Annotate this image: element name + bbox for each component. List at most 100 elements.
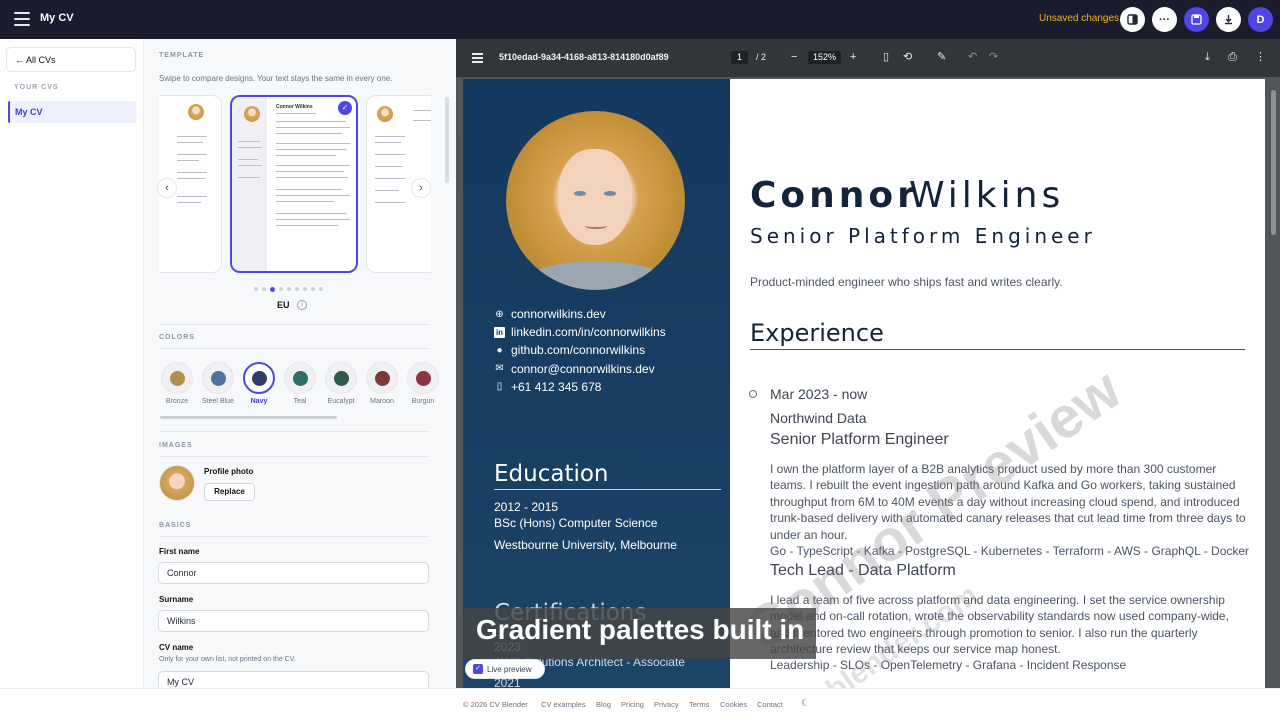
thumbnail-photo bbox=[244, 106, 260, 122]
footer-link-contact[interactable]: Contact bbox=[757, 700, 783, 709]
outline-menu-icon[interactable] bbox=[472, 53, 483, 63]
colors-scrollbar[interactable] bbox=[160, 416, 337, 419]
footer-link-privacy[interactable]: Privacy bbox=[654, 700, 679, 709]
pdf-toolbar: 5f10edad-9a34-4168-a813-814180d0af89 bbox=[456, 39, 1280, 77]
carousel-next-button[interactable]: › bbox=[411, 178, 431, 198]
template-name: EU bbox=[277, 300, 290, 310]
save-icon[interactable] bbox=[1184, 7, 1209, 32]
footer-copyright: © 2026 CV Blender bbox=[463, 700, 528, 709]
more-icon[interactable]: ··· bbox=[1152, 7, 1177, 32]
footer-link-cookies[interactable]: Cookies bbox=[720, 700, 747, 709]
job-company: Northwind Data bbox=[770, 410, 867, 426]
linkedin-icon: in bbox=[494, 326, 505, 338]
undo-icon[interactable]: ↶ bbox=[968, 51, 977, 63]
surname-field[interactable]: Wilkins bbox=[158, 610, 429, 632]
contact-text: connorwilkins.dev bbox=[511, 307, 606, 321]
cv-name-label: CV name bbox=[159, 643, 194, 652]
rotate-icon[interactable]: ⟲ bbox=[903, 51, 912, 63]
job-title: Senior Platform Engineer bbox=[770, 431, 949, 448]
images-heading: IMAGES bbox=[159, 442, 193, 449]
color-swatch-bronze[interactable]: Bronze bbox=[160, 362, 194, 405]
swatch-ring[interactable] bbox=[161, 362, 193, 394]
fit-page-icon[interactable]: ▯ bbox=[883, 51, 889, 63]
footer-link-pricing[interactable]: Pricing bbox=[621, 700, 644, 709]
basics-heading: BASICS bbox=[159, 522, 192, 529]
contact-row: ● github.com/connorwilkins bbox=[494, 343, 645, 357]
swatch-color bbox=[415, 370, 431, 386]
experience-heading: Experience bbox=[750, 319, 884, 347]
surname-label: Surname bbox=[159, 595, 194, 604]
footer-link-terms[interactable]: Terms bbox=[689, 700, 709, 709]
info-icon[interactable]: i bbox=[297, 300, 307, 310]
cv-name-hint: Only for your own list, not printed on t… bbox=[159, 656, 296, 663]
mail-icon: ✉ bbox=[495, 363, 504, 375]
zoom-out-icon[interactable]: − bbox=[791, 51, 797, 63]
sidebar-item-my-cv[interactable]: My CV bbox=[8, 101, 136, 123]
swatch-color bbox=[374, 370, 390, 386]
education-degree: BSc (Hons) Computer Science bbox=[494, 516, 658, 530]
replace-photo-button[interactable]: Replace bbox=[204, 483, 255, 501]
swatch-label: Navy bbox=[250, 398, 268, 405]
thumbnail-name: Connor Wilkins bbox=[276, 104, 313, 110]
first-name-field[interactable]: Connor bbox=[158, 562, 429, 584]
profile-photo-label: Profile photo bbox=[204, 467, 254, 476]
carousel-dots bbox=[254, 287, 323, 292]
zoom-level[interactable]: 152% bbox=[808, 51, 841, 64]
download-icon[interactable] bbox=[1216, 7, 1241, 32]
page-number-input[interactable]: 1 bbox=[731, 51, 748, 64]
swatch-color bbox=[292, 370, 308, 386]
user-avatar[interactable]: D bbox=[1248, 7, 1273, 32]
pdf-more-icon[interactable]: ⋮ bbox=[1255, 51, 1266, 63]
footer-link-cv-examples[interactable]: CV examples bbox=[541, 700, 586, 709]
color-swatch-teal[interactable]: Teal bbox=[283, 362, 317, 405]
print-icon[interactable]: ⎙ bbox=[1228, 51, 1237, 63]
color-swatch-maroon[interactable]: Maroon bbox=[365, 362, 399, 405]
swatch-label: Steel Blue bbox=[202, 398, 234, 405]
color-swatch-steel-blue[interactable]: Steel Blue bbox=[201, 362, 235, 405]
checkbox-icon[interactable]: ✓ bbox=[473, 664, 483, 674]
color-swatch-navy[interactable]: Navy bbox=[242, 362, 276, 405]
contact-row: ⊕ connorwilkins.dev bbox=[494, 307, 606, 321]
contact-row: ▯ +61 412 345 678 bbox=[494, 380, 602, 394]
cv-summary: Product-minded engineer who ships fast a… bbox=[750, 275, 1063, 289]
live-preview-toggle[interactable]: ✓ Live preview bbox=[465, 659, 545, 679]
swatch-ring[interactable] bbox=[284, 362, 316, 394]
color-swatch-eucalypt[interactable]: Eucalypt bbox=[324, 362, 358, 405]
redo-icon[interactable]: ↷ bbox=[989, 51, 998, 63]
swatch-ring[interactable] bbox=[243, 362, 275, 394]
app-title: My CV bbox=[40, 12, 74, 24]
cv-name-field[interactable]: My CV bbox=[158, 671, 429, 688]
pdf-scrollbar[interactable] bbox=[1271, 90, 1276, 235]
swatch-label: Eucalypt bbox=[327, 398, 355, 405]
swatch-color bbox=[169, 370, 185, 386]
template-hint: Swipe to compare designs. Your text stay… bbox=[159, 74, 393, 83]
education-years: 2012 - 2015 bbox=[494, 500, 559, 514]
swatch-ring[interactable] bbox=[407, 362, 439, 394]
menu-icon[interactable] bbox=[14, 12, 30, 26]
thumbnail-photo bbox=[188, 104, 204, 120]
swatch-ring[interactable] bbox=[325, 362, 357, 394]
swatch-ring[interactable] bbox=[202, 362, 234, 394]
color-swatch-burgun[interactable]: Burgun bbox=[406, 362, 440, 405]
pdf-download-icon[interactable]: ⤓ bbox=[1205, 51, 1210, 63]
job-dates: Mar 2023 - now bbox=[770, 386, 868, 402]
layout-icon[interactable] bbox=[1120, 7, 1145, 32]
cv-last-name: Wilkins bbox=[909, 175, 1065, 216]
swatch-ring[interactable] bbox=[366, 362, 398, 394]
dark-mode-icon[interactable]: ☾ bbox=[801, 698, 810, 709]
contact-text: linkedin.com/in/connorwilkins bbox=[511, 325, 666, 340]
swatch-color bbox=[251, 370, 267, 386]
first-name-label: First name bbox=[159, 547, 200, 556]
template-heading: TEMPLATE bbox=[159, 52, 205, 59]
top-bar: My CV Unsaved changes ··· D bbox=[0, 0, 1280, 39]
cv-first-name: Connor bbox=[750, 175, 919, 216]
carousel-prev-button[interactable]: ‹ bbox=[157, 178, 177, 198]
all-cvs-button[interactable]: ← All CVs bbox=[6, 47, 136, 72]
editor-scrollbar[interactable] bbox=[445, 97, 449, 183]
zoom-in-icon[interactable]: + bbox=[850, 51, 856, 63]
template-card-selected[interactable]: Connor Wilkins ✓ bbox=[230, 95, 358, 273]
annotate-icon[interactable]: ✎ bbox=[937, 51, 946, 63]
education-heading: Education bbox=[494, 461, 609, 487]
footer-link-blog[interactable]: Blog bbox=[596, 700, 611, 709]
template-carousel[interactable]: Connor Wilkins ✓ bbox=[159, 95, 431, 277]
